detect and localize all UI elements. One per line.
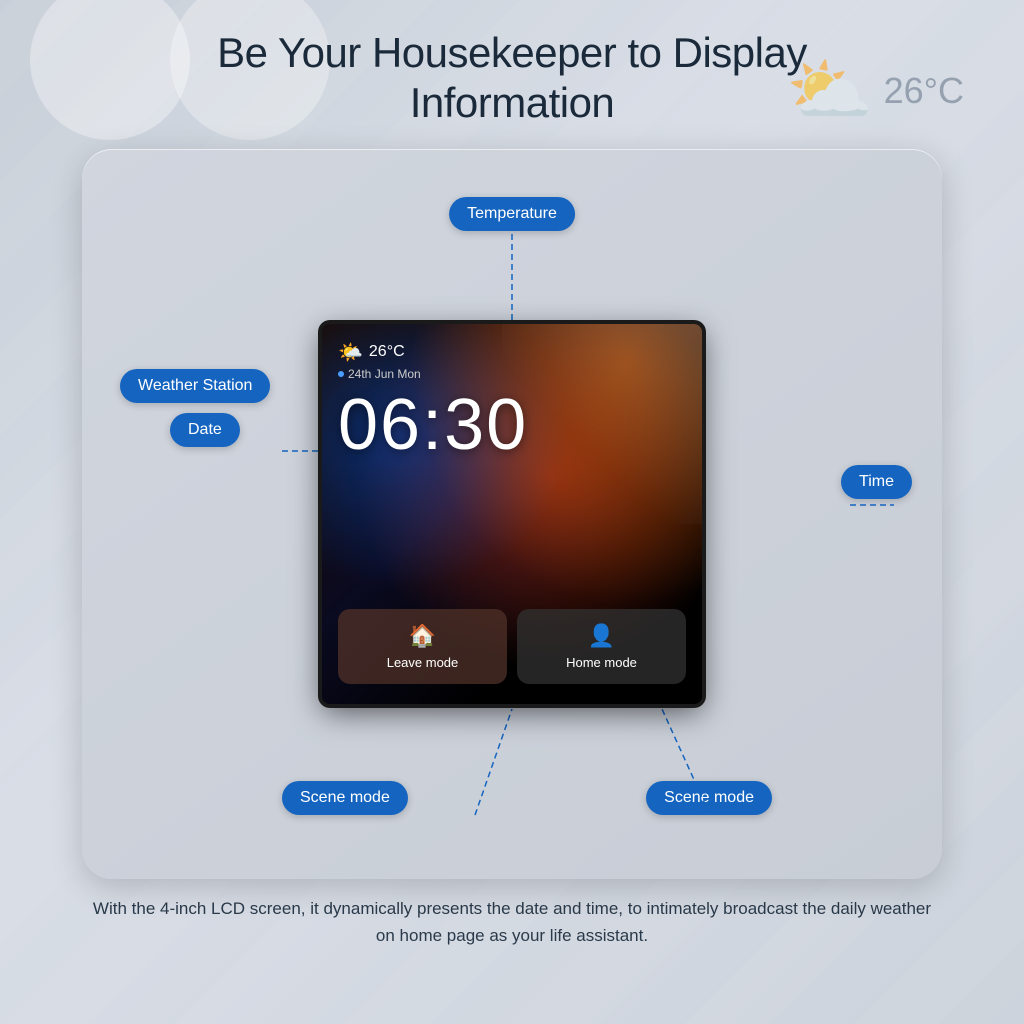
screen-date-row: 24th Jun Mon <box>338 367 686 381</box>
annotation-scene-mode-right: Scene mode <box>646 781 772 815</box>
screen-temperature: 26°C <box>369 343 405 361</box>
date-dot-icon <box>338 371 344 377</box>
footer-description: With the 4-inch LCD screen, it dynamical… <box>82 895 942 949</box>
home-mode-icon: 👤 <box>588 623 615 649</box>
device-card: Temperature Weather Station Date Time Sc… <box>82 149 942 879</box>
screen-date: 24th Jun Mon <box>348 367 421 381</box>
home-mode-button[interactable]: 👤 Home mode <box>517 609 686 684</box>
leave-mode-button[interactable]: 🏠 Leave mode <box>338 609 507 684</box>
annotation-weather-station: Weather Station <box>120 369 270 403</box>
leave-mode-label: Leave mode <box>387 655 459 670</box>
mode-buttons-container: 🏠 Leave mode 👤 Home mode <box>338 609 686 684</box>
annotation-scene-mode-left: Scene mode <box>282 781 408 815</box>
screen-content: 🌤️ 26°C 24th Jun Mon 06:30 🏠 Leave mode <box>322 324 702 704</box>
weather-icon: 🌤️ <box>338 340 363 365</box>
home-mode-label: Home mode <box>566 655 637 670</box>
weather-row: 🌤️ 26°C <box>338 340 686 365</box>
annotation-temperature: Temperature <box>449 197 575 231</box>
lcd-screen[interactable]: 🌤️ 26°C 24th Jun Mon 06:30 🏠 Leave mode <box>322 324 702 704</box>
main-container: Be Your Housekeeper to Display Informati… <box>0 0 1024 1024</box>
annotation-date: Date <box>170 413 240 447</box>
screen-time: 06:30 <box>338 389 686 461</box>
page-title: Be Your Housekeeper to Display Informati… <box>217 28 807 129</box>
leave-mode-icon: 🏠 <box>409 623 436 649</box>
annotation-time: Time <box>841 465 912 499</box>
